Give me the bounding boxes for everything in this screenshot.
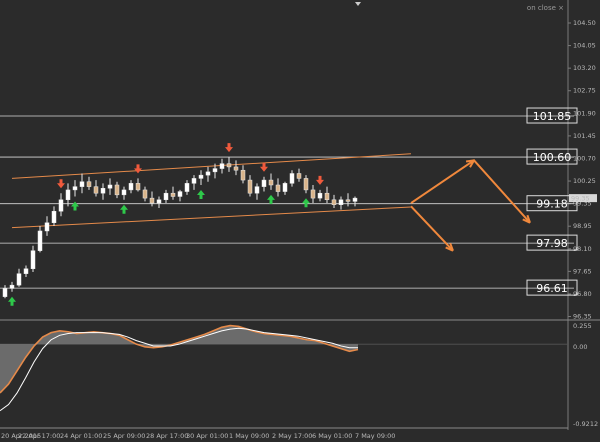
y-tick-label: 98.10 bbox=[573, 245, 592, 253]
candle-bear[interactable] bbox=[247, 179, 253, 194]
candle-bear[interactable] bbox=[303, 178, 309, 191]
candle-bull[interactable] bbox=[100, 188, 106, 194]
candle-bull[interactable] bbox=[37, 230, 43, 251]
candle-bull[interactable] bbox=[219, 163, 225, 169]
candle-bull[interactable] bbox=[107, 184, 113, 189]
candle-bull[interactable] bbox=[44, 222, 50, 232]
x-tick-label: 24 Apr 01:00 bbox=[60, 432, 102, 440]
x-tick-label: 30 Apr 01:00 bbox=[186, 432, 228, 440]
x-tick-label: 22 Apr 17:00 bbox=[18, 432, 60, 440]
candle-bull[interactable] bbox=[16, 273, 22, 286]
y-tick-label: 96.80 bbox=[573, 290, 592, 298]
x-tick-label: 7 May 09:00 bbox=[355, 432, 395, 440]
y-tick-label: 103.20 bbox=[573, 64, 596, 72]
candle-bull[interactable] bbox=[198, 174, 204, 179]
candle-bull[interactable] bbox=[23, 268, 29, 274]
candle-bull[interactable] bbox=[72, 186, 78, 191]
candle-bull[interactable] bbox=[9, 284, 15, 289]
current-price-label: 99.35 bbox=[571, 195, 590, 203]
chart-background bbox=[0, 0, 600, 442]
candle-bull[interactable] bbox=[177, 191, 183, 197]
x-tick-label: 1 May 09:00 bbox=[229, 432, 269, 440]
candle-bear[interactable] bbox=[324, 192, 330, 201]
candle-bull[interactable] bbox=[191, 178, 197, 184]
y-tick-label: 97.65 bbox=[573, 267, 592, 275]
candle-bull[interactable] bbox=[58, 199, 64, 212]
candle-bull[interactable] bbox=[282, 183, 288, 192]
candle-bear[interactable] bbox=[114, 184, 120, 196]
trading-chart-window: on close × 104.50 104.05 103.20 102.75 101.90… bbox=[0, 0, 600, 442]
candle-bear[interactable] bbox=[240, 169, 246, 181]
y-tick-label: 101.45 bbox=[573, 132, 596, 140]
y-tick-label: 98.95 bbox=[573, 222, 592, 230]
candle-bear[interactable] bbox=[233, 166, 239, 171]
candle-bear[interactable] bbox=[275, 184, 281, 192]
osc-tick-label: -0.9212 bbox=[573, 420, 598, 428]
candle-bull[interactable] bbox=[261, 179, 267, 187]
candle-bear[interactable] bbox=[135, 183, 141, 191]
candle-bull[interactable] bbox=[205, 171, 211, 176]
candle-bull[interactable] bbox=[79, 181, 85, 187]
y-tick-label: 100.25 bbox=[573, 177, 596, 185]
candle-bear[interactable] bbox=[268, 179, 274, 186]
candle-bear[interactable] bbox=[331, 199, 337, 205]
candle-bear[interactable] bbox=[310, 189, 316, 199]
candle-bull[interactable] bbox=[212, 168, 218, 173]
candle-bear[interactable] bbox=[142, 189, 148, 199]
osc-tick-label: 0.255 bbox=[573, 322, 592, 330]
level-label: 96.61 bbox=[536, 282, 568, 295]
x-tick-label: 6 May 01:00 bbox=[312, 432, 352, 440]
candle-bull[interactable] bbox=[128, 183, 134, 191]
candle-bear[interactable] bbox=[345, 199, 351, 202]
y-tick-label: 104.05 bbox=[573, 42, 596, 50]
y-tick-label: 104.50 bbox=[573, 19, 596, 27]
candle-bear[interactable] bbox=[86, 181, 92, 187]
candle-bull[interactable] bbox=[30, 250, 36, 269]
x-tick-label: 28 Apr 17:00 bbox=[146, 432, 188, 440]
x-tick-label: 2 May 17:00 bbox=[272, 432, 312, 440]
candle-bear[interactable] bbox=[149, 197, 155, 204]
price-chart[interactable]: on close × 104.50 104.05 103.20 102.75 101.90… bbox=[0, 0, 600, 442]
x-tick-label: 25 Apr 09:00 bbox=[103, 432, 145, 440]
status-text: on close × bbox=[527, 4, 564, 12]
candle-bull[interactable] bbox=[156, 199, 162, 204]
candle-bear[interactable] bbox=[170, 192, 176, 197]
y-tick-label: 100.70 bbox=[573, 154, 596, 162]
candle-bull[interactable] bbox=[51, 211, 57, 224]
candle-bull[interactable] bbox=[2, 288, 8, 297]
y-tick-label: 101.90 bbox=[573, 109, 596, 117]
level-label: 97.98 bbox=[536, 237, 568, 250]
candle-bear[interactable] bbox=[296, 173, 302, 179]
level-label: 99.18 bbox=[536, 198, 568, 211]
candle-bull[interactable] bbox=[254, 186, 260, 194]
candle-bear[interactable] bbox=[226, 163, 232, 168]
y-tick-label: 102.75 bbox=[573, 87, 596, 95]
candle-bull[interactable] bbox=[121, 189, 127, 196]
level-label: 100.60 bbox=[533, 151, 572, 164]
candle-bull[interactable] bbox=[317, 192, 323, 199]
osc-tick-label: 0.00 bbox=[573, 343, 587, 351]
candle-bull[interactable] bbox=[184, 183, 190, 192]
y-tick-label: 96.35 bbox=[573, 313, 592, 321]
level-label: 101.85 bbox=[533, 110, 572, 123]
candle-bull[interactable] bbox=[163, 192, 169, 201]
candle-bull[interactable] bbox=[352, 197, 358, 202]
candle-bull[interactable] bbox=[65, 189, 71, 201]
candle-bull[interactable] bbox=[338, 199, 344, 205]
candle-bear[interactable] bbox=[93, 186, 99, 194]
candle-bull[interactable] bbox=[289, 173, 295, 184]
